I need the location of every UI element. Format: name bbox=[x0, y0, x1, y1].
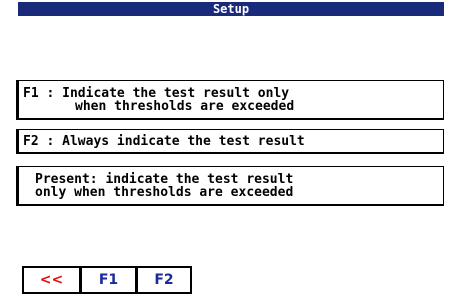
back-button[interactable]: << bbox=[22, 266, 80, 294]
title-bar: Setup bbox=[18, 2, 444, 16]
back-button-label: << bbox=[39, 272, 64, 288]
option-f1-description: F1 : Indicate the test result only when … bbox=[16, 80, 444, 120]
option-f1-line2: when thresholds are exceeded bbox=[75, 99, 295, 114]
f2-button[interactable]: F2 bbox=[136, 266, 192, 294]
current-setting-description: Present: indicate the test result only w… bbox=[16, 166, 444, 206]
f1-button-label: F1 bbox=[98, 272, 119, 288]
f1-button[interactable]: F1 bbox=[80, 266, 136, 294]
option-f2-description: F2 : Always indicate the test result bbox=[16, 129, 444, 154]
f2-button-label: F2 bbox=[154, 272, 174, 288]
option-f2-line1: F2 : Always indicate the test result bbox=[23, 134, 305, 149]
function-key-bar: << F1 F2 bbox=[22, 266, 192, 294]
page-title: Setup bbox=[212, 2, 250, 16]
current-setting-line2: only when thresholds are exceeded bbox=[35, 185, 294, 200]
